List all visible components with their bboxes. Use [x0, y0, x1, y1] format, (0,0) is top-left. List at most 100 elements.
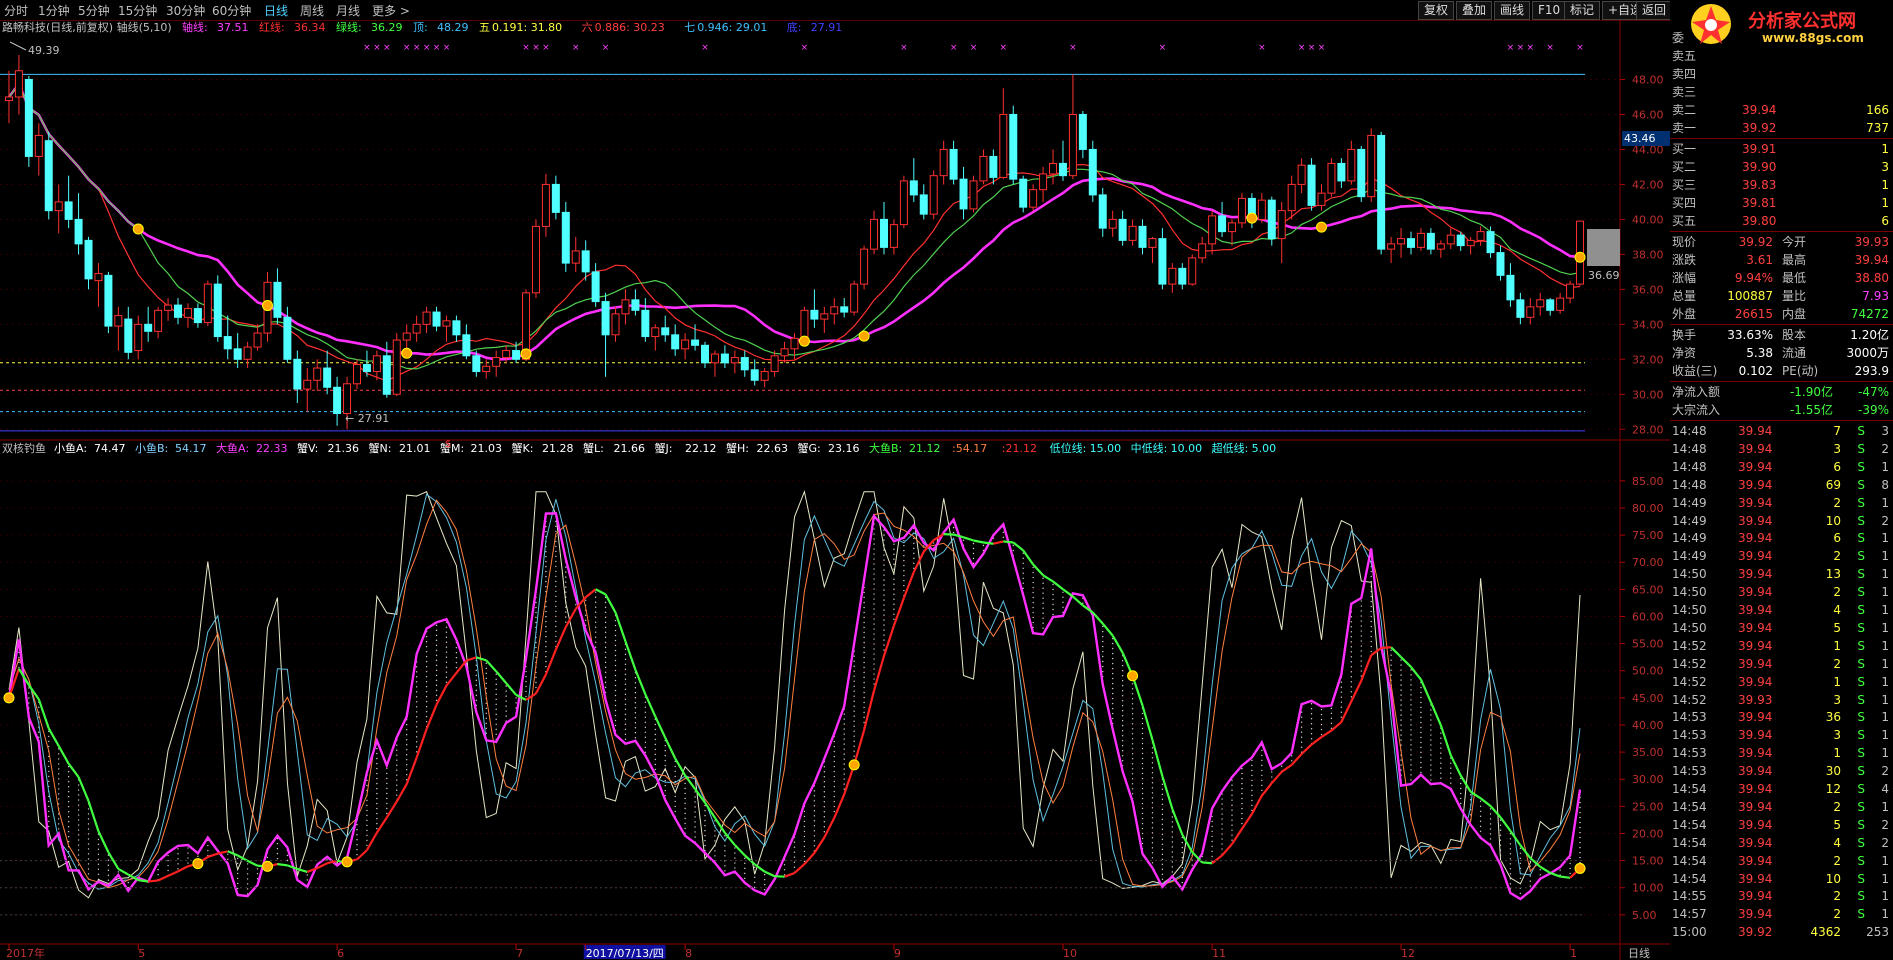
dot-fill — [555, 530, 557, 533]
candle-body — [1546, 299, 1555, 311]
dot-fill — [853, 705, 855, 707]
dot-fill — [1231, 804, 1233, 806]
dot-fill — [445, 636, 448, 638]
dot-fill — [87, 833, 90, 835]
dot-fill — [415, 706, 418, 708]
dot-fill — [873, 618, 875, 620]
dot-fill — [1151, 852, 1154, 854]
dot-fill — [913, 562, 915, 565]
dot-fill — [1400, 659, 1402, 661]
period-tab-9[interactable]: 更多 > — [372, 2, 410, 19]
dot-fill — [545, 565, 547, 568]
dot-fill — [396, 759, 398, 761]
x-axis-label: 9 — [894, 947, 901, 960]
period-tab-3[interactable]: 15分钟 — [118, 2, 157, 19]
big-fish-b-segment — [872, 655, 886, 691]
dot-fill — [962, 539, 965, 541]
dot-fill — [1251, 769, 1253, 772]
candle-body — [283, 316, 292, 360]
tick-side: S — [1857, 871, 1865, 886]
big-fish-b-segment — [77, 776, 90, 802]
dot-fill — [1002, 531, 1005, 534]
toolbar-button-2[interactable]: 画线 — [1494, 1, 1531, 20]
dot-fill — [1241, 812, 1243, 815]
candle-body — [392, 339, 401, 395]
candle-body — [701, 344, 710, 364]
dot-fill — [415, 681, 418, 683]
dot-fill — [704, 819, 706, 822]
dot-fill — [1261, 754, 1263, 757]
toolbar-button-1[interactable]: 叠加 — [1456, 1, 1493, 20]
dot-fill — [754, 876, 756, 879]
dot-fill — [1450, 782, 1452, 784]
dot-fill — [873, 548, 875, 550]
dot-fill — [972, 547, 975, 550]
dot-fill — [873, 588, 875, 590]
dot-fill — [1241, 797, 1243, 800]
period-tab-2[interactable]: 5分钟 — [78, 2, 110, 19]
dot-fill — [1539, 869, 1541, 871]
period-tab-8[interactable]: 月线 — [336, 2, 360, 19]
dot-fill — [376, 767, 378, 770]
dot-fill — [1111, 677, 1114, 680]
dot-fill — [694, 806, 696, 808]
dot-fill — [863, 671, 865, 674]
dot-fill — [863, 666, 865, 669]
big-fish-b-segment — [1449, 754, 1462, 776]
period-tab-5[interactable]: 60分钟 — [212, 2, 251, 19]
top-marker: × — [532, 43, 540, 53]
dot-fill — [1529, 880, 1532, 882]
dot-fill — [803, 840, 806, 843]
dot-fill — [1400, 759, 1402, 761]
top-marker: × — [1308, 43, 1316, 53]
dot-fill — [604, 621, 607, 624]
dot-fill — [366, 804, 368, 807]
dot-fill — [1121, 734, 1124, 737]
toolbar-button-0[interactable]: 复权 — [1418, 1, 1455, 20]
period-tab-4[interactable]: 30分钟 — [166, 2, 205, 19]
period-tab-6[interactable]: 日线 — [264, 2, 288, 19]
period-tab-0[interactable]: 分时 — [4, 2, 28, 19]
dot-fill — [475, 674, 478, 677]
big-fish-b-segment — [455, 659, 468, 674]
top-marker: × — [542, 43, 550, 53]
dot-fill — [435, 699, 438, 702]
dot-fill — [933, 542, 935, 544]
top-marker: × — [572, 43, 580, 53]
dot-fill — [1211, 850, 1213, 853]
dot-fill — [485, 722, 487, 725]
toolbar-button-4[interactable]: 标记 — [1564, 1, 1601, 20]
dot-fill — [863, 706, 865, 709]
dot-fill — [1231, 824, 1233, 826]
dot-fill — [545, 605, 547, 608]
dot-fill — [107, 874, 110, 876]
dot-fill — [28, 697, 30, 699]
dot-fill — [883, 594, 885, 596]
dot-fill — [1221, 833, 1223, 835]
dot-fill — [1151, 792, 1154, 794]
candle-body — [1456, 234, 1465, 247]
dot-fill — [1251, 794, 1253, 797]
toolbar-button-6[interactable]: 返回 — [1636, 1, 1673, 20]
toolbar-button-3[interactable]: F10 — [1532, 1, 1567, 20]
dot-fill — [1141, 802, 1144, 805]
dot-fill — [684, 807, 686, 810]
dot-fill — [356, 824, 358, 826]
tick-count: 1 — [1881, 871, 1889, 886]
main-y-tick-label: 34.00 — [1632, 318, 1664, 331]
stock-chart-area[interactable]: 48.0046.0044.0042.0040.0038.0036.0034.00… — [0, 20, 1670, 960]
candle-body — [1068, 113, 1077, 177]
period-tab-1[interactable]: 1分钟 — [38, 2, 70, 19]
dot-fill — [435, 684, 438, 687]
dot-fill — [883, 624, 885, 626]
dot-fill — [1121, 664, 1124, 667]
dot-fill — [1032, 576, 1034, 579]
big-fish-b-segment — [57, 745, 70, 765]
dot-fill — [386, 797, 388, 800]
candle-body — [1198, 243, 1207, 259]
dot-fill — [1320, 733, 1323, 736]
period-tab-7[interactable]: 周线 — [300, 2, 324, 19]
sub-y-tick-label: 50.00 — [1632, 665, 1664, 678]
tick-time: 14:49 — [1672, 549, 1707, 564]
dot-fill — [853, 725, 855, 727]
